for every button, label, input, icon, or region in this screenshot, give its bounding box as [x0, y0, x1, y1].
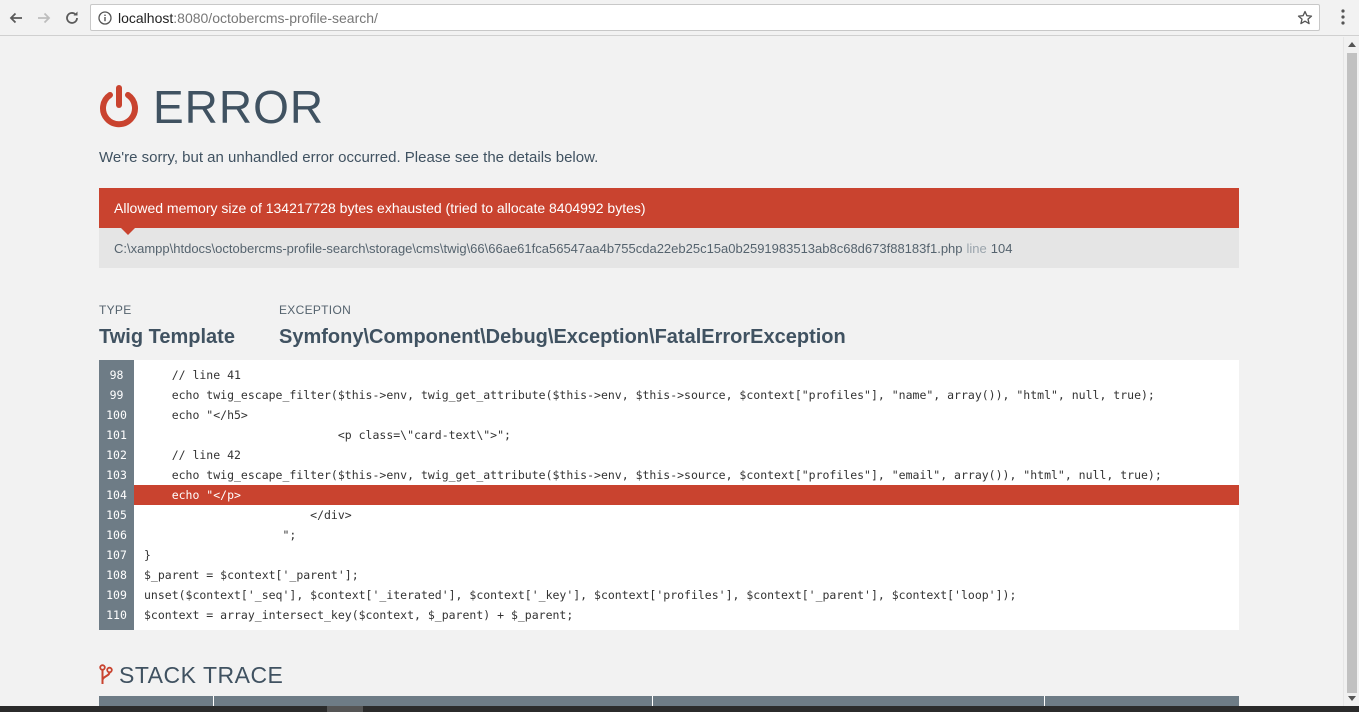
reload-button[interactable] [60, 6, 84, 30]
code-line: 107} [99, 545, 1239, 565]
code-text: echo "</h5> [144, 408, 248, 422]
code-text: echo twig_escape_filter($this->env, twig… [144, 388, 1155, 402]
line-number-cell: 98 [99, 365, 134, 385]
code-text: echo twig_escape_filter($this->env, twig… [144, 468, 1162, 482]
page-title: ERROR [153, 81, 325, 133]
code-text: "; [144, 528, 297, 542]
line-number-cell: 101 [99, 425, 134, 445]
line-number-cell: 99 [99, 385, 134, 405]
code-line-highlighted: 104 echo "</p> [99, 485, 1239, 505]
trace-col-index: # [99, 696, 214, 706]
code-line: 109 unset($context['_seq'], $context['_it… [99, 585, 1239, 605]
code-line: 108 $_parent = $context['_parent']; [99, 565, 1239, 585]
url-host: localhost [118, 9, 174, 26]
browser-toolbar: localhost:8080/octobercms-profile-search… [0, 0, 1359, 36]
trace-col-called-code: CALLED CODE [214, 696, 653, 706]
forward-arrow-icon [38, 12, 51, 24]
horizontal-scrollbar[interactable] [0, 706, 1359, 712]
type-value: Twig Template [99, 326, 235, 348]
code-line: 99 echo twig_escape_filter($this->env, t… [99, 385, 1239, 405]
code-fork-icon [99, 664, 113, 684]
exception-label: EXCEPTION [279, 303, 352, 317]
stack-trace-title: STACK TRACE [119, 661, 284, 688]
info-icon[interactable] [98, 10, 112, 25]
line-number-cell: 110 [99, 605, 134, 625]
code-line: 102 // line 42 [99, 445, 1239, 465]
error-subtitle: We're sorry, but an unhandled error occu… [99, 149, 599, 166]
error-message: Allowed memory size of 134217728 bytes e… [99, 188, 1239, 228]
line-number-cell: 104 [99, 485, 134, 505]
code-line: 101 <p class=\"card-text\">"; [99, 425, 1239, 445]
star-icon[interactable] [1297, 10, 1313, 26]
code-text: echo "</p> [134, 485, 1239, 505]
code-text: <p class=\"card-text\">"; [144, 428, 511, 442]
code-text: // line 41 [144, 368, 241, 382]
power-icon [100, 85, 138, 128]
line-number-cell: 100 [99, 405, 134, 425]
scrollbar-thumb[interactable] [1347, 53, 1357, 693]
code-line: 103 echo twig_escape_filter($this->env, … [99, 465, 1239, 485]
file-path: C:\xampp\htdocs\octobercms-profile-searc… [114, 240, 963, 256]
scroll-down-arrow-icon[interactable] [1348, 696, 1356, 701]
trace-col-line: LINE [1045, 696, 1239, 706]
line-number-cell: 109 [99, 585, 134, 605]
kebab-menu-icon[interactable] [1341, 9, 1345, 25]
line-number-cell: 108 [99, 565, 134, 585]
error-header: ERROR [99, 81, 324, 133]
code-line: 106 "; [99, 525, 1239, 545]
code-line: 110 $context = array_intersect_key($conte… [99, 605, 1239, 625]
alert-caret [121, 228, 135, 235]
line-number-cell: 103 [99, 465, 134, 485]
code-text: </div> [144, 508, 352, 522]
horizontal-scroll-thumb[interactable] [327, 706, 363, 712]
error-page: ERROR We're sorry, but an unhandled erro… [99, 37, 1239, 706]
error-file-location: C:\xampp\htdocs\octobercms-profile-searc… [99, 228, 1239, 268]
url-path: :8080/octobercms-profile-search/ [173, 9, 378, 26]
line-number-cell: 105 [99, 505, 134, 525]
back-button[interactable] [4, 6, 28, 30]
stack-trace-heading: STACK TRACE [99, 661, 283, 689]
code-line: 105 </div> [99, 505, 1239, 525]
line-number: 104 [990, 240, 1013, 256]
stack-trace-table-header: # CALLED CODE DOCUMENT LINE [99, 696, 1239, 706]
code-snippet: 98 // line 41 99 echo twig_escape_filter(… [99, 360, 1239, 630]
line-number-cell: 107 [99, 545, 134, 565]
line-number-cell: 106 [99, 525, 134, 545]
line-number-cell: 102 [99, 445, 134, 465]
back-arrow-icon [9, 12, 22, 24]
vertical-scrollbar[interactable] [1343, 37, 1359, 706]
code-line: 100 echo "</h5> [99, 405, 1239, 425]
code-text: $context = array_intersect_key($context,… [144, 608, 574, 622]
code-line: 98 // line 41 [99, 365, 1239, 385]
scroll-up-arrow-icon[interactable] [1348, 42, 1356, 47]
trace-col-document: DOCUMENT [653, 696, 1045, 706]
code-text: // line 42 [144, 448, 241, 462]
reload-icon [66, 11, 78, 24]
exception-value: Symfony\Component\Debug\Exception\FatalE… [279, 326, 846, 348]
code-text: unset($context['_seq'], $context['_itera… [144, 588, 1017, 602]
code-text: } [144, 548, 151, 562]
address-bar[interactable]: localhost:8080/octobercms-profile-search… [90, 4, 1320, 31]
type-label: TYPE [99, 303, 132, 317]
code-text: $_parent = $context['_parent']; [144, 568, 359, 582]
forward-button[interactable] [32, 6, 56, 30]
line-word: line [966, 240, 987, 256]
url-text[interactable]: localhost:8080/octobercms-profile-search… [118, 10, 378, 26]
